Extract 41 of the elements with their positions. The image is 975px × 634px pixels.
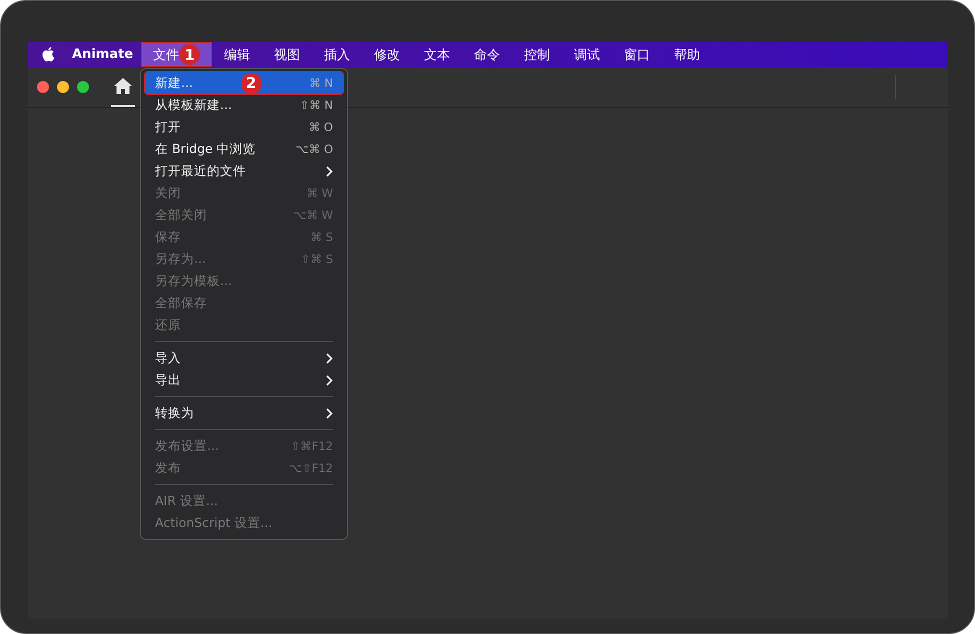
shortcut-label: ⌥⇧F12 — [288, 461, 333, 475]
chevron-right-icon — [326, 166, 333, 176]
app-name[interactable]: Animate — [56, 47, 142, 62]
menu-bar-item[interactable]: 控制 — [512, 42, 562, 67]
shortcut-label: ⌘ N — [309, 76, 333, 90]
shortcut-label: ⌘ S — [310, 230, 333, 244]
shortcut-label: ⇧⌘F12 — [290, 439, 333, 453]
zoom-button[interactable] — [77, 81, 89, 93]
menu-bar-item[interactable]: 窗口 — [612, 42, 662, 67]
menu-bar-item[interactable]: 编辑 — [212, 42, 262, 67]
shortcut-label: ⇧⌘ S — [300, 252, 333, 266]
step-badge: 1 — [179, 44, 200, 65]
chevron-right-icon — [326, 374, 333, 386]
menu-bar-item[interactable]: 文件 1 — [141, 42, 212, 67]
shortcut-label: ⌥⌘ W — [293, 208, 333, 222]
menu-bar-item[interactable]: 帮助 — [662, 42, 712, 67]
menu-item[interactable]: 打开 ⌘ O — [145, 116, 343, 138]
menu-bar-item[interactable]: 修改 — [362, 42, 412, 67]
menu-bar-item[interactable]: 调试 — [562, 42, 612, 67]
menu-bar-item[interactable]: 视图 — [262, 42, 312, 67]
menu-item[interactable]: 在 Bridge 中浏览 ⌥⌘ O — [145, 138, 343, 160]
menu-bar-item[interactable]: 插入 — [312, 42, 362, 67]
menu-bar-item[interactable]: 文本 — [412, 42, 462, 67]
apple-icon[interactable] — [42, 46, 56, 62]
chevron-right-icon — [326, 408, 333, 418]
chevron-right-icon — [326, 352, 333, 364]
close-button[interactable] — [37, 81, 49, 93]
step-badge: 2 — [240, 72, 262, 94]
shortcut-label: ⌘ W — [306, 186, 333, 200]
menu-item[interactable]: 打开最近的文件 — [145, 160, 343, 182]
shortcut-label: ⌥⌘ O — [296, 142, 333, 156]
menu-item[interactable]: 导出 — [145, 369, 343, 391]
menu-bar-item[interactable]: 命令 — [462, 42, 512, 67]
menu-item[interactable]: 从模板新建... ⇧⌘ N — [145, 94, 343, 116]
shortcut-label: ⇧⌘ N — [300, 98, 333, 112]
menu-item[interactable]: 导入 — [145, 347, 343, 369]
home-icon — [114, 78, 132, 94]
menu-item[interactable]: 转换为 — [145, 402, 343, 424]
minimize-button[interactable] — [57, 81, 69, 93]
menu-item[interactable]: 新建... 2 ⌘ N — [145, 72, 343, 94]
shortcut-label: ⌘ O — [308, 120, 333, 134]
